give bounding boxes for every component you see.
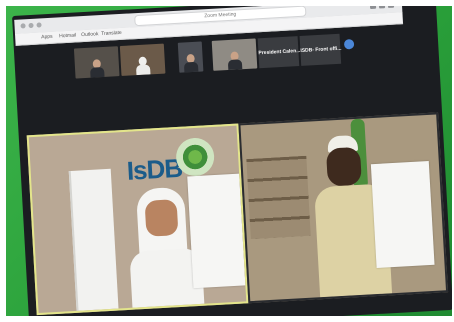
participant-name-tile[interactable]: ISDB- Front offi... (299, 33, 342, 66)
bookmark-hotmail[interactable]: Hotmail (59, 31, 76, 41)
signed-document (187, 173, 246, 289)
participant-thumbnail[interactable] (73, 46, 120, 79)
signed-document (370, 160, 435, 269)
participant-name-tile[interactable]: President Calen... (257, 36, 301, 69)
participant-thumbnail[interactable] (177, 41, 204, 73)
participant-thumbnail[interactable] (119, 43, 166, 76)
close-dot-icon[interactable] (20, 23, 26, 29)
participant-figure (183, 53, 199, 73)
participant-figure (90, 59, 105, 78)
isdb-banner (68, 168, 119, 311)
participant-strip: President Calen... ISDB- Front offi... (73, 33, 342, 79)
avatar[interactable] (343, 38, 355, 50)
isdb-logo-text: IsDB (125, 152, 183, 186)
participant-figure (135, 56, 151, 76)
bookshelf (246, 155, 311, 240)
speaker-video-tile[interactable]: IsDB (26, 123, 249, 316)
participant-thumbnail[interactable] (211, 38, 258, 71)
browser-actions (369, 6, 395, 9)
participant-video-tile[interactable] (238, 112, 449, 304)
menu-icon[interactable] (387, 6, 395, 8)
bookmark-translate[interactable]: Translate (101, 29, 122, 39)
participant-figure (227, 51, 243, 71)
minimize-dot-icon[interactable] (28, 22, 34, 29)
photo: Zoom Meeting Apps Hotmail Outlook Transl… (6, 6, 452, 316)
window-controls[interactable] (20, 22, 42, 29)
monitor-screen: Zoom Meeting Apps Hotmail Outlook Transl… (12, 6, 452, 316)
extension-icon[interactable] (378, 6, 386, 9)
bookmark-outlook[interactable]: Outlook (81, 30, 99, 40)
star-icon[interactable] (369, 6, 377, 9)
bookmark-apps[interactable]: Apps (41, 33, 53, 43)
maximize-dot-icon[interactable] (36, 22, 42, 28)
